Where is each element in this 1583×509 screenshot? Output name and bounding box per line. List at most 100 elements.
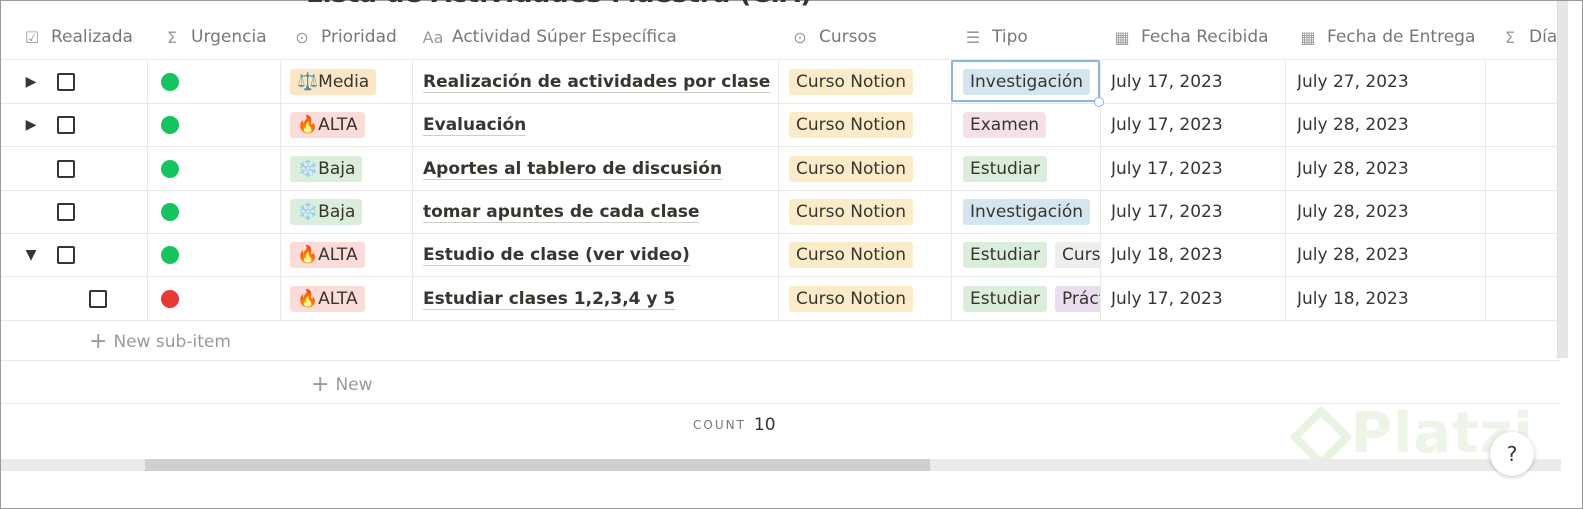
course-tag: Curso Notion [789,111,913,138]
done-cell: ▶ [23,60,75,103]
new-subitem-button[interactable]: + New sub-item [89,329,231,354]
course-tag: Curso Notion [789,68,913,95]
table-row[interactable]: ❄️Baja Aportes al tablero de discusión Cur… [1,147,1561,191]
column-header[interactable]: Σ Urgencia [161,15,267,59]
table-row[interactable]: ▶ 🔥ALTA Evaluación Curso Notion Examen July 1… [1,103,1561,147]
table-row[interactable]: ❄️Baja tomar apuntes de cada clase Curso N… [1,190,1561,234]
divider [1,360,1561,361]
help-icon: ? [1506,442,1518,466]
urgency-indicator-icon [161,202,179,221]
priority-cell[interactable]: ⚖️Media [290,60,377,103]
column-header[interactable]: ▦ Fecha Recibida [1111,15,1268,59]
activity-cell[interactable]: Estudiar clases 1,2,3,4 y 5 [423,277,675,320]
urgency-cell [161,60,179,103]
help-button[interactable]: ? [1490,432,1534,476]
table-row[interactable]: ▶ ⚖️Media Realización de actividades por c… [1,60,1561,104]
vertical-scrollbar[interactable] [1557,1,1568,358]
activity-title[interactable]: Estudio de clase (ver video) [423,245,690,265]
table-row[interactable]: ▼ 🔥ALTA Estudio de clase (ver video) Curso … [1,233,1561,277]
done-checkbox[interactable] [57,115,75,134]
type-cell[interactable]: Estudiar [963,147,1100,190]
activity-cell[interactable]: Aportes al tablero de discusión [423,147,722,190]
priority-tag: 🔥ALTA [290,241,365,268]
column-header[interactable]: ⊙ Cursos [789,15,877,59]
due-date[interactable]: July 27, 2023 [1297,60,1409,103]
course-tag: Curso Notion [789,241,913,268]
column-header-label: Fecha de Entrega [1327,27,1476,47]
column-header[interactable]: ☰ Tipo [962,15,1028,59]
activity-title[interactable]: Evaluación [423,115,526,135]
done-checkbox[interactable] [57,245,75,264]
scrollbar-thumb[interactable] [145,459,930,471]
due-date[interactable]: July 28, 2023 [1297,233,1409,276]
activity-title[interactable]: tomar apuntes de cada clase [423,202,700,222]
type-cell[interactable]: Estudiar Curso [963,233,1100,276]
done-cell [23,147,75,190]
due-date[interactable]: July 28, 2023 [1297,147,1409,190]
course-cell[interactable]: Curso Notion [789,277,913,320]
count-summary[interactable]: COUNT 10 [693,415,776,435]
column-type-icon: ⊙ [793,27,807,47]
horizontal-scrollbar[interactable] [1,459,1561,471]
new-row-button[interactable]: + New [311,372,373,397]
activity-cell[interactable]: Realización de actividades por clase [423,60,770,103]
expand-right-icon[interactable]: ▶ [23,74,39,90]
priority-cell[interactable]: ❄️Baja [290,190,363,233]
received-date[interactable]: July 17, 2023 [1111,190,1223,233]
plus-icon: + [89,329,108,354]
due-date[interactable]: July 18, 2023 [1297,277,1409,320]
plus-icon: + [311,372,330,397]
page-title: Lista de Actividades Maestra (C.A) [306,0,812,9]
done-cell: ▼ [23,233,75,276]
activity-cell[interactable]: Evaluación [423,103,526,146]
column-header[interactable]: ☑ Realizada [21,15,133,59]
table-header: ☑ Realizada Σ Urgencia ⊙ Prioridad Aa Actividad… [1,15,1566,60]
cell-resize-handle[interactable] [1094,97,1104,107]
column-header[interactable]: ⊙ Prioridad [291,15,396,59]
column-type-icon: ☰ [965,27,981,47]
priority-tag: 🔥ALTA [290,285,365,312]
received-date[interactable]: July 17, 2023 [1111,277,1223,320]
priority-cell[interactable]: 🔥ALTA [290,277,365,320]
column-header[interactable]: Aa Actividad Súper Específica [422,15,677,59]
priority-cell[interactable]: ❄️Baja [290,147,363,190]
priority-cell[interactable]: 🔥ALTA [290,233,365,276]
type-cell[interactable]: Examen [963,103,1100,146]
course-cell[interactable]: Curso Notion [789,147,913,190]
done-checkbox[interactable] [89,289,107,308]
course-cell[interactable]: Curso Notion [789,190,913,233]
course-cell[interactable]: Curso Notion [789,103,913,146]
course-cell[interactable]: Curso Notion [789,233,913,276]
column-header-label: Actividad Súper Específica [452,27,677,47]
platzi-logo-icon [1289,405,1353,469]
type-tag: Estudiar [963,285,1047,312]
priority-tag: 🔥ALTA [290,111,365,138]
column-type-icon: ▦ [1114,27,1130,47]
type-cell[interactable]: Investigación [963,190,1100,233]
priority-cell[interactable]: 🔥ALTA [290,103,365,146]
received-date[interactable]: July 17, 2023 [1111,60,1223,103]
activity-cell[interactable]: tomar apuntes de cada clase [423,190,700,233]
done-checkbox[interactable] [57,159,75,178]
activity-title[interactable]: Realización de actividades por clase [423,72,770,92]
expand-down-icon[interactable]: ▼ [23,247,39,263]
received-date[interactable]: July 17, 2023 [1111,103,1223,146]
expand-right-icon[interactable]: ▶ [23,117,39,133]
activity-title[interactable]: Aportes al tablero de discusión [423,159,722,179]
type-tag: Curso [1054,241,1100,268]
type-tag: Práct [1054,285,1100,312]
course-cell[interactable]: Curso Notion [789,60,913,103]
column-header[interactable]: ▦ Fecha de Entrega [1297,15,1475,59]
activity-title[interactable]: Estudiar clases 1,2,3,4 y 5 [423,289,675,309]
due-date[interactable]: July 28, 2023 [1297,103,1409,146]
table-row[interactable]: 🔥ALTA Estudiar clases 1,2,3,4 y 5 Curso No… [1,277,1561,321]
received-date[interactable]: July 17, 2023 [1111,147,1223,190]
done-checkbox[interactable] [57,202,75,221]
urgency-indicator-icon [161,289,179,308]
done-checkbox[interactable] [57,72,75,91]
activity-cell[interactable]: Estudio de clase (ver video) [423,233,690,276]
due-date[interactable]: July 28, 2023 [1297,190,1409,233]
received-date[interactable]: July 18, 2023 [1111,233,1223,276]
type-cell[interactable]: Estudiar Práct [963,277,1100,320]
column-header-label: Cursos [819,27,877,47]
